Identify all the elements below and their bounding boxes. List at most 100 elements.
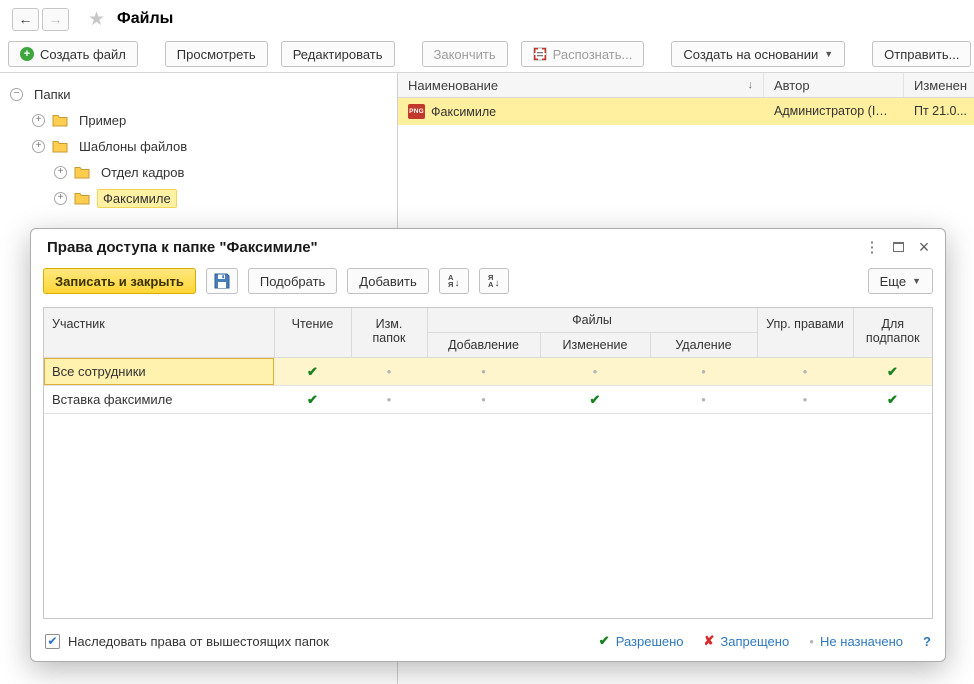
perm-cell-subfolders[interactable]: ✔ bbox=[853, 385, 932, 414]
help-link[interactable]: ? bbox=[923, 634, 931, 649]
tree-item-label: Пример bbox=[79, 112, 127, 128]
titlebar: Файлы bbox=[0, 0, 974, 38]
recognize-button[interactable]: Распознать... bbox=[520, 41, 645, 67]
col-remove: Удаление bbox=[649, 332, 758, 358]
forward-button[interactable] bbox=[42, 7, 69, 31]
view-button[interactable]: Просмотреть bbox=[164, 41, 268, 67]
more-label: Еще bbox=[879, 273, 907, 289]
dialog-toolbar: Записать и закрыть Подобрать Добавить Ещ… bbox=[31, 265, 945, 294]
folder-icon bbox=[52, 114, 68, 126]
expand-icon[interactable] bbox=[54, 191, 67, 205]
collapse-icon[interactable] bbox=[10, 87, 23, 101]
check-icon: ✔ bbox=[598, 633, 610, 648]
dialog-maximize-button[interactable] bbox=[885, 235, 911, 259]
main-toolbar: Создать файл Просмотреть Редактировать З… bbox=[0, 38, 974, 75]
pick-button[interactable]: Подобрать bbox=[247, 268, 338, 294]
access-rights-dialog: Права доступа к папке "Факсимиле" Записа… bbox=[30, 228, 946, 662]
perm-cell-remove[interactable]: ● bbox=[650, 385, 757, 414]
app-window: Файлы Создать файл Просмотреть Редактиро… bbox=[0, 0, 974, 684]
col-manage-rights: Упр. правами bbox=[756, 308, 854, 358]
col-read: Чтение bbox=[273, 308, 352, 358]
perm-cell-read[interactable]: ✔ bbox=[274, 385, 351, 414]
col-edit: Изменение bbox=[539, 332, 651, 358]
rights-table: Участник Чтение Изм. папок Файлы Упр. пр… bbox=[44, 308, 932, 414]
col-participant: Участник bbox=[44, 308, 275, 358]
folder-icon bbox=[52, 140, 68, 152]
perm-cell-edit[interactable]: ● bbox=[540, 357, 650, 386]
dialog-titlebar: Права доступа к папке "Факсимиле" bbox=[31, 229, 945, 265]
rights-row[interactable]: Вставка факсимиле ✔ ● ● ✔ ● ● ✔ bbox=[44, 385, 932, 414]
expand-icon[interactable] bbox=[32, 113, 45, 127]
create-file-button[interactable]: Создать файл bbox=[8, 41, 138, 67]
file-list-header: Наименование Автор Изменен bbox=[398, 73, 974, 98]
inherit-checkbox-label[interactable]: Наследовать права от вышестоящих папок bbox=[68, 634, 329, 649]
finish-button[interactable]: Закончить bbox=[421, 41, 508, 67]
file-row[interactable]: PNG Факсимиле Администратор (IT - кл... … bbox=[398, 98, 974, 125]
tree-item-hr-department[interactable]: Отдел кадров bbox=[0, 159, 397, 185]
close-icon bbox=[919, 237, 930, 258]
dot-icon: ● bbox=[809, 636, 815, 646]
perm-cell-manage[interactable]: ● bbox=[757, 357, 853, 386]
column-header-name[interactable]: Наименование bbox=[398, 73, 764, 97]
tree-item-faksimile[interactable]: Факсимиле bbox=[0, 185, 397, 211]
sort-desc-icon bbox=[488, 274, 499, 289]
x-icon: ✘ bbox=[703, 633, 715, 648]
create-file-label: Создать файл bbox=[40, 46, 126, 62]
perm-cell-read[interactable]: ✔ bbox=[274, 357, 351, 386]
perm-cell-manage[interactable]: ● bbox=[757, 385, 853, 414]
perm-cell-remove[interactable]: ● bbox=[650, 357, 757, 386]
perm-cell-edit[interactable]: ✔ bbox=[540, 385, 650, 414]
recognize-label: Распознать... bbox=[552, 46, 633, 62]
more-button[interactable]: Еще bbox=[867, 268, 933, 294]
participant-cell[interactable]: Все сотрудники bbox=[44, 357, 274, 386]
dialog-more-button[interactable] bbox=[859, 235, 885, 259]
col-add: Добавление bbox=[427, 332, 541, 358]
save-icon-button[interactable] bbox=[205, 268, 238, 294]
dialog-close-button[interactable] bbox=[911, 235, 937, 259]
favorite-star-icon[interactable] bbox=[88, 8, 105, 31]
create-based-on-button[interactable]: Создать на основании bbox=[671, 41, 846, 67]
back-arrow-icon bbox=[19, 12, 33, 26]
tree-item-folders-root[interactable]: Папки bbox=[0, 81, 397, 107]
col-folder-edit: Изм. папок bbox=[350, 308, 428, 358]
inherit-checkbox[interactable] bbox=[45, 633, 60, 649]
edit-button[interactable]: Редактировать bbox=[280, 41, 395, 67]
page-title: Файлы bbox=[117, 10, 174, 27]
floppy-icon bbox=[214, 273, 230, 289]
perm-cell-subfolders[interactable]: ✔ bbox=[853, 357, 932, 386]
view-label: Просмотреть bbox=[176, 46, 256, 62]
perm-cell-folder-edit[interactable]: ● bbox=[351, 385, 427, 414]
add-button[interactable]: Добавить bbox=[347, 268, 429, 294]
column-header-author[interactable]: Автор bbox=[764, 73, 904, 97]
legend-denied-label: Запрещено bbox=[720, 633, 790, 649]
expand-icon[interactable] bbox=[32, 139, 45, 153]
send-button[interactable]: Отправить... bbox=[872, 41, 972, 67]
perm-cell-add[interactable]: ● bbox=[427, 385, 540, 414]
back-button[interactable] bbox=[12, 7, 39, 31]
perm-cell-add[interactable]: ● bbox=[427, 357, 540, 386]
legend: ✔ Разрешено ✘ Запрещено ● Не назначено ? bbox=[599, 633, 931, 649]
tree-item-primer[interactable]: Пример bbox=[0, 107, 397, 133]
file-name: Факсимиле bbox=[431, 104, 497, 119]
participant-cell[interactable]: Вставка факсимиле bbox=[44, 385, 274, 414]
rights-row[interactable]: Все сотрудники ✔ ● ● ● ● ● ✔ bbox=[44, 357, 932, 386]
column-header-modified[interactable]: Изменен bbox=[904, 73, 974, 97]
tree-item-label: Отдел кадров bbox=[101, 164, 185, 180]
column-modified-label: Изменен bbox=[914, 77, 968, 93]
col-subfolders: Для подпапок bbox=[852, 308, 932, 358]
save-and-close-button[interactable]: Записать и закрыть bbox=[43, 268, 196, 294]
plus-icon bbox=[20, 47, 34, 61]
perm-cell-folder-edit[interactable]: ● bbox=[351, 357, 427, 386]
caret-down-icon bbox=[912, 276, 921, 286]
sort-asc-button[interactable] bbox=[438, 268, 469, 294]
legend-denied: ✘ Запрещено bbox=[704, 633, 790, 649]
sort-desc-button[interactable] bbox=[478, 268, 509, 294]
tree-item-file-templates[interactable]: Шаблоны файлов bbox=[0, 133, 397, 159]
expand-icon[interactable] bbox=[54, 165, 67, 179]
sort-asc-icon bbox=[448, 274, 459, 289]
file-name-cell: PNG Факсимиле bbox=[398, 104, 764, 119]
rights-grid: Участник Чтение Изм. папок Файлы Упр. пр… bbox=[43, 307, 933, 619]
dialog-footer: Наследовать права от вышестоящих папок ✔… bbox=[31, 621, 945, 661]
legend-not-assigned: ● Не назначено bbox=[809, 634, 903, 649]
folder-icon bbox=[74, 192, 90, 204]
